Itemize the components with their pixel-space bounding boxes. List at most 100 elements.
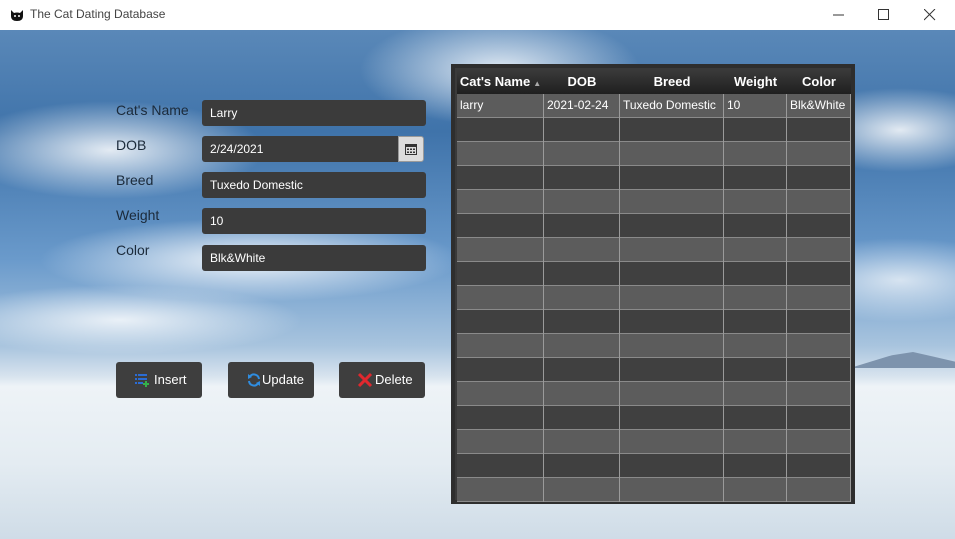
table-cell xyxy=(457,454,544,478)
table-row[interactable] xyxy=(457,358,851,382)
table-cell: larry xyxy=(457,94,544,118)
table-cell xyxy=(724,478,787,502)
table-cell xyxy=(544,478,620,502)
update-label: Update xyxy=(262,372,304,387)
column-header-name[interactable]: Cat's Name ▲ xyxy=(457,70,544,94)
table-cell xyxy=(544,166,620,190)
delete-x-icon xyxy=(357,372,373,388)
table-cell xyxy=(544,286,620,310)
table-cell xyxy=(724,142,787,166)
delete-button[interactable]: Delete xyxy=(339,362,425,398)
table-cell xyxy=(544,142,620,166)
table-cell xyxy=(724,214,787,238)
table-cell: Blk&White xyxy=(787,94,851,118)
dob-field[interactable]: 2/24/2021 xyxy=(202,136,398,162)
table-cell xyxy=(457,142,544,166)
table-cell xyxy=(544,118,620,142)
table-row[interactable] xyxy=(457,382,851,406)
table-cell xyxy=(724,262,787,286)
table-cell xyxy=(724,406,787,430)
table-cell xyxy=(724,166,787,190)
table-row[interactable] xyxy=(457,286,851,310)
table-cell xyxy=(787,334,851,358)
update-button[interactable]: Update xyxy=(228,362,314,398)
minimize-icon xyxy=(833,14,844,16)
window-title: The Cat Dating Database xyxy=(30,7,166,21)
close-button[interactable] xyxy=(907,0,953,30)
cat-name-field[interactable]: Larry xyxy=(202,100,426,126)
table-cell xyxy=(724,334,787,358)
table-cell xyxy=(544,454,620,478)
table-row[interactable] xyxy=(457,478,851,502)
close-icon xyxy=(924,9,936,21)
table-row[interactable] xyxy=(457,238,851,262)
column-header-breed[interactable]: Breed xyxy=(620,70,724,94)
table-cell xyxy=(620,142,724,166)
table-cell xyxy=(620,334,724,358)
table-cell xyxy=(620,454,724,478)
table-cell xyxy=(724,382,787,406)
cat-name-label: Cat's Name xyxy=(116,102,189,118)
table-row[interactable] xyxy=(457,454,851,478)
table-row[interactable]: larry 2021-02-24 Tuxedo Domestic 10 Blk&Whit… xyxy=(457,94,851,118)
table-row[interactable] xyxy=(457,406,851,430)
table-cell xyxy=(544,382,620,406)
breed-field[interactable]: Tuxedo Domestic xyxy=(202,172,426,198)
table-cell xyxy=(787,166,851,190)
table-cell xyxy=(787,190,851,214)
table-cell xyxy=(457,382,544,406)
sort-ascending-icon: ▲ xyxy=(533,79,542,88)
table-row[interactable] xyxy=(457,310,851,334)
cat-icon xyxy=(11,10,23,21)
table-row[interactable] xyxy=(457,142,851,166)
table-row[interactable] xyxy=(457,190,851,214)
table-cell xyxy=(544,310,620,334)
table-cell xyxy=(787,214,851,238)
table-header: Cat's Name ▲ DOB Breed Weight Color xyxy=(457,70,851,94)
table-row[interactable] xyxy=(457,262,851,286)
table-cell: 2021-02-24 xyxy=(544,94,620,118)
table-cell xyxy=(787,286,851,310)
table-cell xyxy=(787,310,851,334)
table-cell xyxy=(787,406,851,430)
table-cell xyxy=(724,454,787,478)
table-cell xyxy=(544,358,620,382)
table-row[interactable] xyxy=(457,334,851,358)
table-cell xyxy=(787,262,851,286)
table-row[interactable] xyxy=(457,166,851,190)
table-row[interactable] xyxy=(457,430,851,454)
table-row[interactable] xyxy=(457,118,851,142)
column-header-weight[interactable]: Weight xyxy=(724,70,787,94)
table-cell xyxy=(787,430,851,454)
table-cell xyxy=(620,214,724,238)
table-cell xyxy=(457,118,544,142)
minimize-button[interactable] xyxy=(816,0,862,30)
table-cell xyxy=(457,262,544,286)
table-cell: 10 xyxy=(724,94,787,118)
table-cell xyxy=(457,286,544,310)
table-cell xyxy=(724,238,787,262)
weight-label: Weight xyxy=(116,207,160,223)
table-cell xyxy=(457,406,544,430)
insert-button[interactable]: Insert xyxy=(116,362,202,398)
table-row[interactable] xyxy=(457,214,851,238)
calendar-icon xyxy=(405,144,417,155)
table-cell xyxy=(457,478,544,502)
delete-label: Delete xyxy=(375,372,413,387)
refresh-icon xyxy=(248,373,260,387)
table-cell xyxy=(620,238,724,262)
table-cell xyxy=(787,454,851,478)
color-label: Color xyxy=(116,242,150,258)
column-header-dob[interactable]: DOB xyxy=(544,70,620,94)
table-cell xyxy=(544,190,620,214)
table-cell xyxy=(544,406,620,430)
column-header-color[interactable]: Color xyxy=(787,70,851,94)
table-cell xyxy=(544,430,620,454)
table-cell xyxy=(724,118,787,142)
cats-table[interactable]: Cat's Name ▲ DOB Breed Weight Color larry… xyxy=(451,64,855,504)
date-picker-button[interactable] xyxy=(398,136,424,162)
weight-field[interactable]: 10 xyxy=(202,208,426,234)
maximize-button[interactable] xyxy=(861,0,907,30)
color-field[interactable]: Blk&White xyxy=(202,245,426,271)
breed-label: Breed xyxy=(116,172,154,188)
